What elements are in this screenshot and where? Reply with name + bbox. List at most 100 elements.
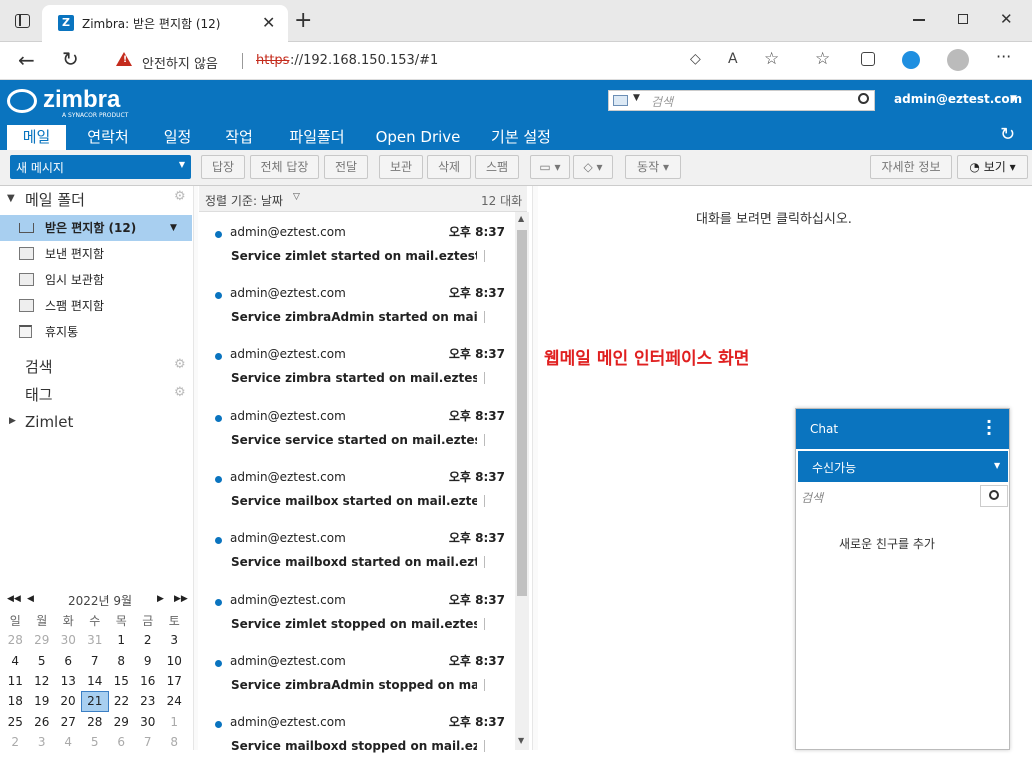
message-row[interactable]: admin@eztest.com 오후 8:37 Service zimlet st… xyxy=(199,580,514,641)
calendar-day[interactable]: 30 xyxy=(135,711,162,731)
folder-drafts[interactable]: 임시 보관함 xyxy=(0,267,192,293)
chat-header[interactable]: Chat · · · xyxy=(796,409,1009,449)
calendar-day[interactable]: 28 xyxy=(2,630,29,650)
calendar-day[interactable]: 13 xyxy=(55,671,82,691)
url-box[interactable]: ! 안전하지 않음 https ://192.168.150.153/#1 ◇ … xyxy=(102,46,798,76)
flag-icon[interactable] xyxy=(484,495,496,507)
tab-open-drive[interactable]: Open Drive xyxy=(371,125,465,150)
flag-icon[interactable] xyxy=(484,372,496,384)
calendar-day[interactable]: 6 xyxy=(55,651,82,671)
gear-icon[interactable]: ⚙ xyxy=(174,385,186,400)
view-button[interactable]: ◔ 보기 ▾ xyxy=(957,155,1028,179)
calendar-day[interactable]: 8 xyxy=(108,651,135,671)
chevron-down-icon[interactable]: ▼ xyxy=(1010,94,1017,104)
collections-icon[interactable] xyxy=(861,52,875,66)
more-vertical-icon[interactable]: · · · xyxy=(986,414,992,442)
calendar-day[interactable]: 8 xyxy=(161,732,188,752)
reply-all-button[interactable]: 전체 답장 xyxy=(250,155,319,179)
next-month-icon[interactable]: ▶ xyxy=(157,594,164,604)
maximize-icon[interactable] xyxy=(958,14,968,24)
message-row[interactable]: admin@eztest.com 오후 8:37 Service mailboxd … xyxy=(199,702,514,763)
mail-search-type-icon[interactable] xyxy=(613,95,628,106)
search-section-title[interactable]: 검색 xyxy=(25,356,53,377)
calendar-day[interactable]: 10 xyxy=(161,651,188,671)
message-row[interactable]: admin@eztest.com 오후 8:37 Service mailbox s… xyxy=(199,457,514,518)
message-row[interactable]: admin@eztest.com 오후 8:37 Service zimbra st… xyxy=(199,334,514,395)
calendar-day[interactable]: 7 xyxy=(135,732,162,752)
status-dropdown[interactable]: 수신가능 ▼ xyxy=(798,451,1008,482)
read-aloud-icon[interactable]: A xyxy=(728,51,738,67)
search-icon[interactable] xyxy=(858,93,869,104)
profile-avatar[interactable] xyxy=(947,49,969,71)
list-scrollbar[interactable]: ▲ ▼ xyxy=(515,212,529,750)
details-button[interactable]: 자세한 정보 xyxy=(870,155,952,179)
calendar-day[interactable]: 31 xyxy=(82,630,109,650)
add-favorite-icon[interactable]: ☆ xyxy=(764,49,779,69)
favorites-icon[interactable]: ☆ xyxy=(815,49,830,69)
flag-icon[interactable] xyxy=(484,740,496,752)
close-tab-icon[interactable]: ✕ xyxy=(262,13,275,32)
chat-search-button[interactable] xyxy=(980,485,1008,507)
expand-triangle-icon[interactable]: ▶ xyxy=(9,416,16,426)
folder-trash[interactable]: 휴지통 xyxy=(0,319,192,345)
tab-preferences[interactable]: 기본 설정 xyxy=(478,125,564,150)
calendar-day[interactable]: 7 xyxy=(82,651,109,671)
refresh-icon[interactable]: ↻ xyxy=(1000,124,1015,145)
folder-inbox[interactable]: 받은 편지함 (12) ▼ xyxy=(0,215,192,241)
user-menu[interactable]: admin@eztest.com xyxy=(894,92,1022,106)
calendar-day[interactable]: 25 xyxy=(2,711,29,731)
message-row[interactable]: admin@eztest.com 오후 8:37 Service zimlet st… xyxy=(199,212,514,273)
tab-calendar[interactable]: 일정 xyxy=(150,125,205,150)
tab-contacts[interactable]: 연락처 xyxy=(75,125,141,150)
chevron-down-icon[interactable]: ▼ xyxy=(170,215,177,241)
calendar-day[interactable]: 1 xyxy=(161,711,188,731)
calendar-day[interactable]: 20 xyxy=(55,691,82,711)
print-button[interactable]: ▭ ▾ xyxy=(530,155,570,179)
calendar-day[interactable]: 5 xyxy=(82,732,109,752)
calendar-day[interactable]: 5 xyxy=(29,651,56,671)
reply-button[interactable]: 답장 xyxy=(201,155,245,179)
sort-direction-icon[interactable]: ▽ xyxy=(293,192,300,202)
calendar-day[interactable]: 26 xyxy=(29,711,56,731)
message-row[interactable]: admin@eztest.com 오후 8:37 Service zimbraAdm… xyxy=(199,641,514,702)
flag-icon[interactable] xyxy=(484,250,496,262)
tab-actions-icon[interactable] xyxy=(15,14,30,28)
calendar-day[interactable]: 30 xyxy=(55,630,82,650)
flag-icon[interactable] xyxy=(484,556,496,568)
new-message-button[interactable]: 새 메시지 ▼ xyxy=(10,155,191,179)
prev-year-icon[interactable]: ◀◀ xyxy=(7,594,21,604)
actions-button[interactable]: 동작 ▾ xyxy=(625,155,681,179)
calendar-day[interactable]: 3 xyxy=(29,732,56,752)
scroll-up-icon[interactable]: ▲ xyxy=(518,214,524,223)
message-row[interactable]: admin@eztest.com 오후 8:37 Service mailboxd … xyxy=(199,518,514,579)
flag-icon[interactable] xyxy=(484,618,496,630)
calendar-day[interactable]: 22 xyxy=(108,691,135,711)
calendar-day[interactable]: 4 xyxy=(55,732,82,752)
calendar-day[interactable]: 18 xyxy=(2,691,29,711)
spam-button[interactable]: 스팸 xyxy=(475,155,519,179)
calendar-day[interactable]: 23 xyxy=(135,691,162,711)
search-input[interactable]: 검색 xyxy=(651,93,673,110)
archive-button[interactable]: 보관 xyxy=(379,155,423,179)
folder-sent[interactable]: 보낸 편지함 xyxy=(0,241,192,267)
new-tab-icon[interactable]: + xyxy=(294,8,312,34)
gear-icon[interactable]: ⚙ xyxy=(174,357,186,372)
delete-button[interactable]: 삭제 xyxy=(427,155,471,179)
calendar-day[interactable]: 27 xyxy=(55,711,82,731)
forward-button[interactable]: 전달 xyxy=(324,155,368,179)
message-row[interactable]: admin@eztest.com 오후 8:37 Service service s… xyxy=(199,396,514,457)
calendar-day[interactable]: 2 xyxy=(135,630,162,650)
gear-icon[interactable]: ⚙ xyxy=(174,189,186,204)
sort-label[interactable]: 정렬 기준: 날짜 xyxy=(205,192,283,209)
calendar-day[interactable]: 29 xyxy=(29,630,56,650)
tags-section-title[interactable]: 태그 xyxy=(25,384,53,405)
calendar-day[interactable]: 2 xyxy=(2,732,29,752)
back-icon[interactable]: ← xyxy=(18,48,35,72)
calendar-day[interactable]: 3 xyxy=(161,630,188,650)
calendar-day-today[interactable]: 21 xyxy=(81,690,109,712)
search-box[interactable]: ▼ 검색 xyxy=(608,90,875,111)
calendar-day[interactable]: 29 xyxy=(108,711,135,731)
calendar-day[interactable]: 9 xyxy=(135,651,162,671)
calendar-day[interactable]: 19 xyxy=(29,691,56,711)
calendar-title[interactable]: 2022년 9월 xyxy=(68,592,132,609)
